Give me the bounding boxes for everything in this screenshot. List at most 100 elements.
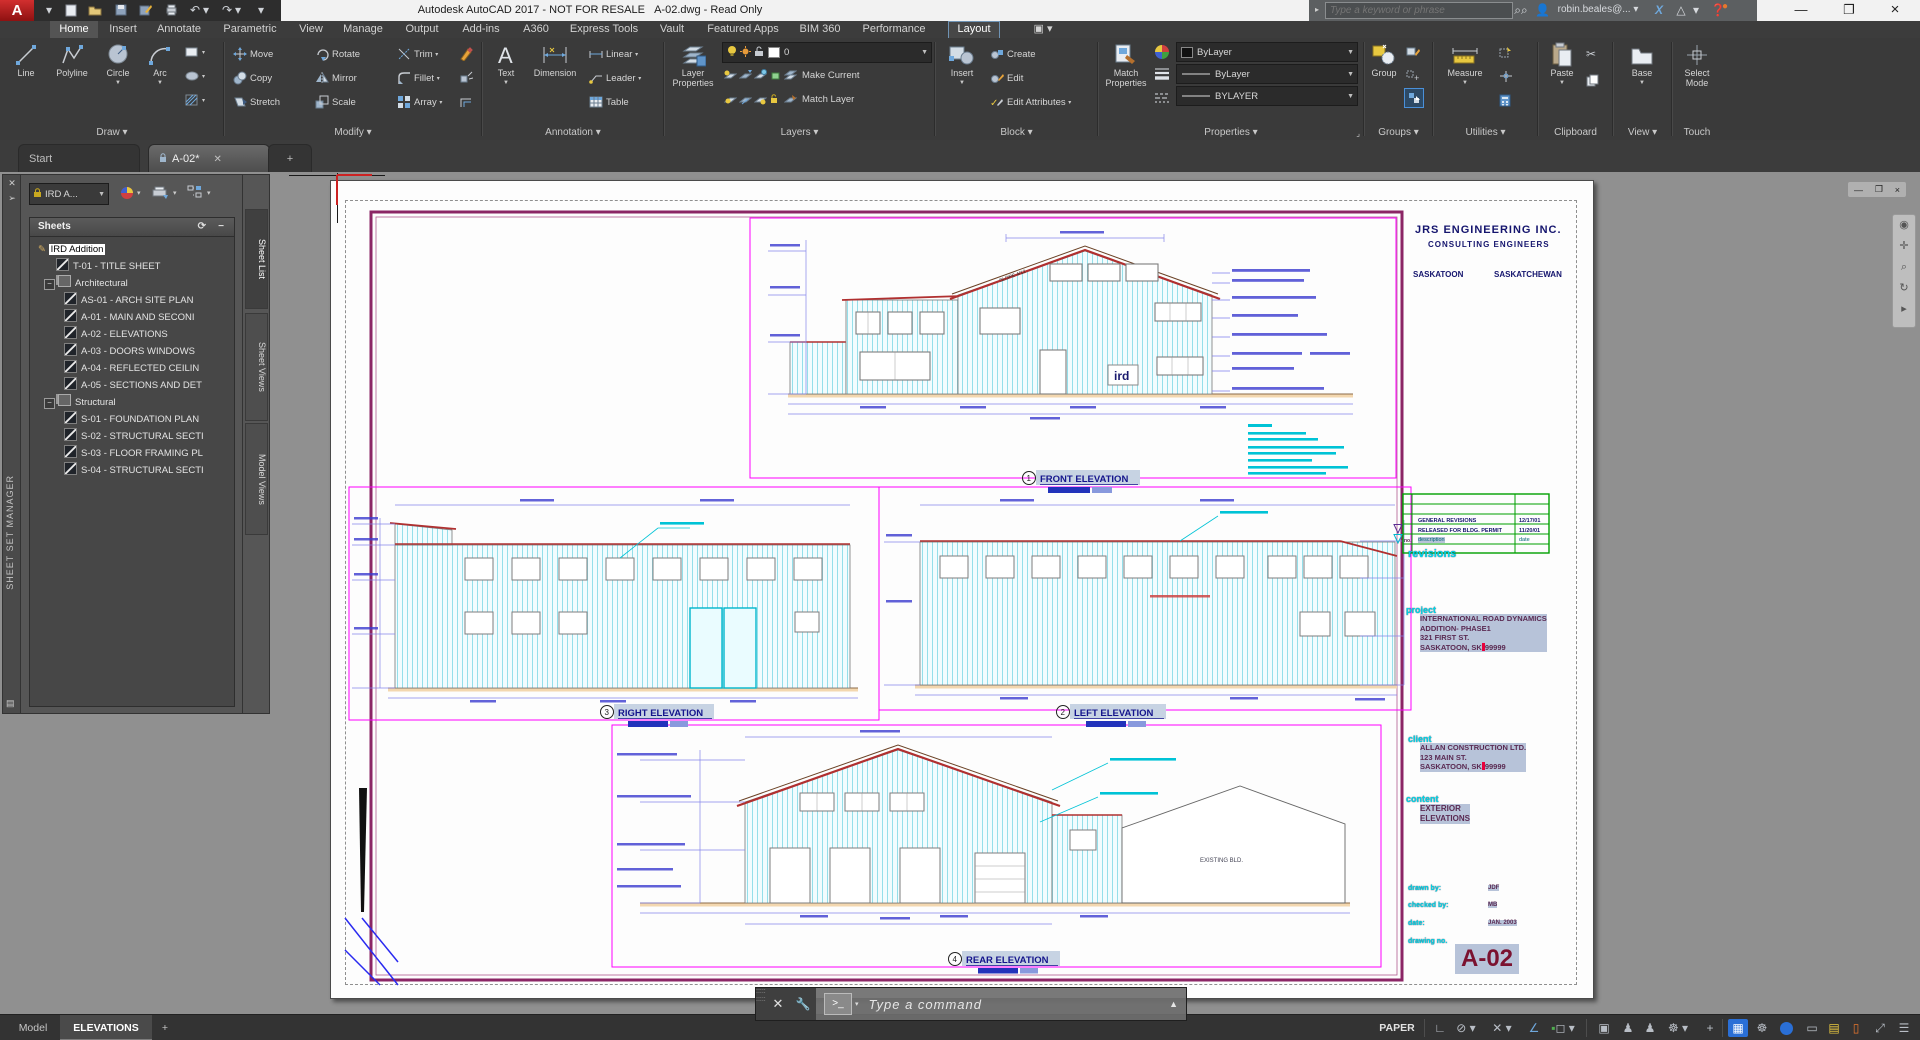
workspace-plus-icon[interactable]: + (1700, 1019, 1720, 1037)
tree-item-sheet-set-root[interactable]: ✎ IRD Addition (30, 241, 234, 258)
panel-label-groups[interactable]: Groups ▾ (1364, 127, 1433, 138)
signed-in-user[interactable]: robin.beales@... ▾ (1552, 1, 1644, 19)
panel-label-annotation[interactable]: Annotation ▾ (482, 127, 664, 138)
erase-icon[interactable] (458, 44, 476, 64)
rotate-button[interactable]: Rotate (314, 44, 360, 64)
ortho-icon[interactable]: ∟ (1430, 1019, 1450, 1037)
project-text[interactable]: INTERNATIONAL ROAD DYNAMICS ADDITION- PH… (1420, 614, 1547, 652)
search-expand-icon[interactable]: ▸ (1313, 1, 1321, 19)
panel-label-properties[interactable]: Properties ▾ ⌟ (1098, 127, 1364, 138)
model-tab[interactable]: Model (8, 1015, 58, 1040)
lock-ui-icon[interactable]: ▤ (1824, 1019, 1844, 1037)
layer-color-swatch[interactable] (768, 47, 780, 58)
tree-item-sheet[interactable]: S-02 - STRUCTURAL SECTI (30, 428, 234, 445)
command-close-icon[interactable]: ✕ (766, 988, 790, 1020)
explode-icon[interactable] (458, 68, 476, 88)
trusted-paths-icon[interactable]: ▯ (1846, 1019, 1866, 1037)
palette-pin-icon[interactable]: ➢ (3, 189, 21, 204)
rear-elevation-label[interactable]: 4 REAR ELEVATION (949, 951, 1061, 974)
move-button[interactable]: Move (232, 44, 273, 64)
tree-item-sheet[interactable]: S-04 - STRUCTURAL SECTI (30, 462, 234, 479)
group-button[interactable]: Group (1366, 42, 1402, 78)
tab-home[interactable]: Home (50, 21, 98, 38)
sheets-refresh-icon[interactable]: ⟳ (198, 218, 206, 236)
layer-on-icon[interactable] (727, 45, 737, 60)
tab-featured-apps[interactable]: Featured Apps (700, 21, 786, 38)
file-tab-start[interactable]: Start (18, 144, 140, 173)
object-color-dropdown[interactable]: ByLayer▼ (1176, 42, 1358, 62)
text-button[interactable]: A Text▼ (488, 42, 524, 88)
mirror-button[interactable]: Mirror (314, 68, 357, 88)
ellipse-tool-icon[interactable]: ▾ (184, 66, 205, 86)
array-button[interactable]: Array ▾ (396, 92, 442, 112)
checked-by-value[interactable]: MB (1488, 902, 1497, 908)
tree-item-sheet[interactable]: T-01 - TITLE SHEET (30, 258, 234, 275)
fillet-button[interactable]: Fillet ▾ (396, 68, 440, 88)
command-history-icon[interactable]: ▲ (1169, 999, 1178, 1009)
group-edit-icon[interactable]: + (1406, 66, 1420, 86)
layer-dropdown-arrow-icon[interactable]: ▼ (921, 49, 931, 56)
tab-insert[interactable]: Insert (104, 21, 142, 38)
tab-model-views[interactable]: Model Views (245, 423, 268, 535)
minimize-button[interactable]: — (1786, 0, 1816, 20)
sheet-set-dropdown[interactable]: IRD A...▼ (29, 183, 109, 205)
paper-space-toggle[interactable]: PAPER (1374, 1015, 1420, 1040)
file-tab-close-icon[interactable]: ✕ (214, 154, 222, 165)
search-input[interactable] (1325, 2, 1513, 19)
steering-wheel-icon[interactable]: ◉ (1893, 215, 1915, 236)
annotation-visibility-icon[interactable]: ▣ (1594, 1019, 1614, 1037)
copy-clip-icon[interactable] (1586, 70, 1599, 90)
drawing-canvas[interactable]: ird SLOPE 4/12 (0, 172, 1920, 1014)
selections-dropdown-icon[interactable]: ▾ (207, 189, 211, 197)
id-point-icon[interactable] (1499, 66, 1513, 86)
dimension-button[interactable]: Dimension (528, 42, 582, 78)
command-recent-dropdown-icon[interactable]: ▾ (855, 1000, 859, 1008)
isolate-objects-icon[interactable]: ▭ (1802, 1019, 1822, 1037)
annotation-scale-icon[interactable]: ♟ (1640, 1019, 1660, 1037)
panel-label-view[interactable]: View ▾ (1613, 127, 1672, 138)
paste-button[interactable]: Paste▼ (1544, 42, 1580, 88)
command-line-grip[interactable]: :::::::::: (756, 988, 766, 1020)
drawn-by-value[interactable]: JDF (1488, 885, 1499, 891)
tree-item-sheet[interactable]: AS-01 - ARCH SITE PLAN (30, 292, 234, 309)
edit-attributes-button[interactable]: ✓Edit Attributes ▾ (989, 92, 1071, 112)
color-wheel-icon[interactable] (1154, 42, 1170, 62)
autoscale-icon[interactable]: ♟ (1618, 1019, 1638, 1037)
tree-item-subset-architectural[interactable]: −Architectural (30, 275, 234, 292)
refresh-dropdown-icon[interactable]: ▾ (137, 189, 141, 197)
ungroup-icon[interactable] (1406, 42, 1420, 62)
date-value[interactable]: JAN. 2003 (1488, 920, 1517, 926)
drawing-number[interactable]: A-02 (1455, 944, 1519, 974)
tree-item-subset-structural[interactable]: −Structural (30, 394, 234, 411)
panel-label-touch[interactable]: Touch (1672, 127, 1722, 138)
leader-button[interactable]: Leader ▾ (588, 68, 641, 88)
command-input[interactable]: Type a command (869, 997, 982, 1012)
new-layout-button[interactable]: + (154, 1015, 176, 1040)
sheets-collapse-icon[interactable]: − (218, 218, 224, 236)
line-button[interactable]: Line (6, 42, 46, 78)
customization-menu-icon[interactable]: ☰ (1894, 1019, 1914, 1037)
match-properties-button[interactable]: Match Properties (1102, 42, 1150, 88)
palette-close-icon[interactable]: ✕ (3, 175, 21, 189)
lineweight-list-icon[interactable] (1154, 64, 1170, 84)
tab-express-tools[interactable]: Express Tools (564, 21, 644, 38)
measure-button[interactable]: Measure▼ (1441, 42, 1489, 88)
workspace-switch-icon[interactable]: ☸ (1752, 1019, 1772, 1037)
right-elevation-label[interactable]: 3 RIGHT ELEVATION (601, 704, 715, 727)
doc-minimize-icon[interactable]: — (1854, 185, 1863, 195)
arc-button[interactable]: Arc▼ (142, 42, 178, 88)
command-line[interactable]: :::::::::: ✕ 🔧 >_ ▾ Type a command ▲ (755, 987, 1187, 1021)
client-text[interactable]: ALLAN CONSTRUCTION LTD. 123 MAIN ST. SAS… (1420, 743, 1526, 772)
tab-output[interactable]: Output (398, 21, 446, 38)
a360-connect-icon[interactable]: △ (1673, 1, 1689, 19)
sheet-selections-icon[interactable] (187, 185, 203, 204)
tab-sheet-views[interactable]: Sheet Views (245, 313, 268, 421)
search-binoculars-icon[interactable]: ⌕⌕ (1511, 1, 1531, 19)
front-elevation-label[interactable]: 1 FRONT ELEVATION (1023, 470, 1141, 493)
stretch-button[interactable]: Stretch (232, 92, 280, 112)
ribbon-display-toggle-icon[interactable]: ▣ ▾ (1026, 21, 1060, 38)
copy-button[interactable]: Copy (232, 68, 272, 88)
scale-gear-icon[interactable]: ☸ ▾ (1664, 1019, 1692, 1037)
hardware-accel-icon[interactable] (1776, 1019, 1796, 1037)
tree-item-sheet[interactable]: A-04 - REFLECTED CEILIN (30, 360, 234, 377)
